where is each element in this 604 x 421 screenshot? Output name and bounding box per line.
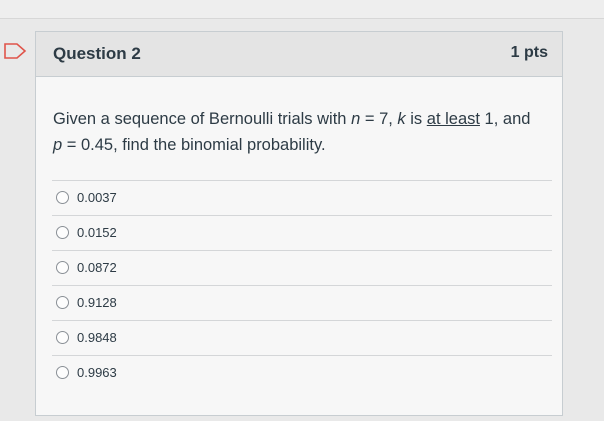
question-text-part: = 0.45, find the binomial probability.: [62, 136, 326, 154]
underlined-phrase: at least: [426, 110, 480, 128]
answer-option[interactable]: 0.9848: [52, 320, 552, 355]
answer-label[interactable]: 0.9963: [77, 365, 117, 380]
question-header: Question 2 1 pts: [36, 32, 562, 77]
answer-label[interactable]: 0.9128: [77, 295, 117, 310]
radio-button[interactable]: [56, 261, 69, 274]
answer-list: 0.0037 0.0152 0.0872 0.9128 0.9848 0.996…: [52, 180, 552, 390]
variable-n: n: [351, 110, 361, 128]
answer-label[interactable]: 0.0872: [77, 260, 117, 275]
answer-option[interactable]: 0.0037: [52, 180, 552, 215]
question-title: Question 2: [53, 44, 141, 63]
variable-p: p: [53, 136, 63, 154]
question-text: Given a sequence of Bernoulli trials wit…: [53, 106, 553, 158]
answer-label[interactable]: 0.0037: [77, 190, 117, 205]
answer-option[interactable]: 0.0152: [52, 215, 552, 250]
question-points: 1 pts: [510, 44, 548, 61]
question-card: Question 2 1 pts Given a sequence of Ber…: [35, 31, 563, 416]
radio-button[interactable]: [56, 191, 69, 204]
question-text-part: 1, and: [479, 110, 531, 128]
question-text-part: Given a sequence of Bernoulli trials wit…: [53, 110, 352, 128]
top-strip: [0, 0, 604, 19]
question-text-part: = 7,: [360, 110, 398, 128]
variable-k: k: [397, 110, 406, 128]
radio-button[interactable]: [56, 331, 69, 344]
radio-button[interactable]: [56, 366, 69, 379]
answer-label[interactable]: 0.9848: [77, 330, 117, 345]
answer-label[interactable]: 0.0152: [77, 225, 117, 240]
question-text-part: is: [405, 110, 427, 128]
answer-option[interactable]: 0.0872: [52, 250, 552, 285]
answer-option[interactable]: 0.9128: [52, 285, 552, 320]
radio-button[interactable]: [56, 226, 69, 239]
answer-option[interactable]: 0.9963: [52, 355, 552, 390]
flag-question-icon[interactable]: [3, 41, 29, 61]
radio-button[interactable]: [56, 296, 69, 309]
